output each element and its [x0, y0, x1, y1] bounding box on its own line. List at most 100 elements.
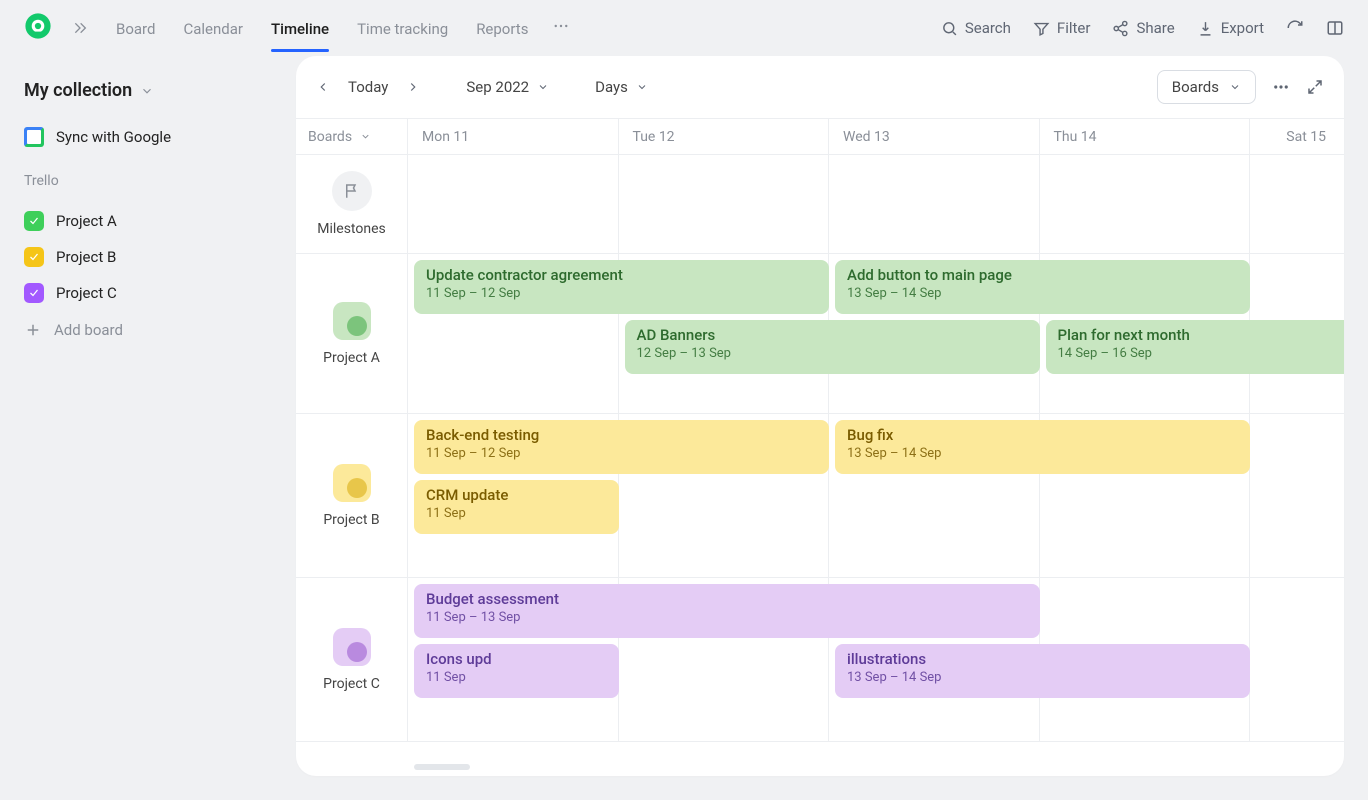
task-card[interactable]: Budget assessment11 Sep – 13 Sep: [414, 584, 1040, 638]
task-title: Budget assessment: [426, 590, 1028, 608]
export-button[interactable]: Export: [1197, 19, 1264, 37]
sidebar-board-project-b[interactable]: Project B: [24, 239, 272, 275]
task-dates: 12 Sep – 13 Sep: [637, 346, 1028, 361]
task-title: Back-end testing: [426, 426, 817, 444]
horizontal-scrollbar[interactable]: [414, 764, 470, 770]
task-card[interactable]: illustrations 13 Sep – 14 Sep: [835, 644, 1250, 698]
plus-icon: [24, 321, 42, 339]
granularity-label: Days: [595, 78, 628, 96]
day-header: Thu 14: [1040, 119, 1251, 154]
tab-time-tracking[interactable]: Time tracking: [357, 6, 448, 50]
boards-header-label: Boards: [308, 129, 352, 145]
collection-title-text: My collection: [24, 80, 132, 101]
tab-timeline[interactable]: Timeline: [271, 6, 329, 50]
collection-title[interactable]: My collection: [24, 80, 272, 101]
tab-reports[interactable]: Reports: [476, 6, 528, 50]
nav-more-icon[interactable]: [548, 17, 574, 39]
task-card[interactable]: Update contractor agreement11 Sep – 12 S…: [414, 260, 829, 314]
add-board-label: Add board: [54, 321, 123, 339]
granularity-dropdown[interactable]: Days: [595, 78, 648, 96]
view-boards-label: Boards: [1172, 78, 1219, 96]
task-title: illustrations: [847, 650, 1238, 668]
board-name: Project B: [56, 248, 116, 266]
search-button[interactable]: Search: [941, 19, 1011, 37]
flag-icon: [332, 171, 372, 211]
panel-more-icon[interactable]: [1272, 78, 1290, 96]
next-period-button[interactable]: [406, 80, 420, 94]
filter-button[interactable]: Filter: [1033, 19, 1091, 37]
collapse-sidebar-icon[interactable]: [72, 20, 88, 36]
task-card[interactable]: Icons upd 11 Sep: [414, 644, 619, 698]
fullscreen-icon[interactable]: [1306, 78, 1324, 96]
sidebar-board-project-c[interactable]: Project C: [24, 275, 272, 311]
day-header: Mon 11: [408, 119, 619, 154]
chevron-down-icon: [360, 131, 371, 142]
task-card[interactable]: Plan for next month 14 Sep – 16 Sep: [1046, 320, 1345, 374]
lane-label: Milestones: [296, 155, 408, 253]
tab-board[interactable]: Board: [116, 6, 155, 50]
project-swatch: [333, 628, 371, 666]
lane-name: Project C: [323, 676, 380, 692]
lane-content: [408, 155, 1344, 253]
chevron-down-icon: [537, 81, 549, 93]
chevron-down-icon: [140, 84, 154, 98]
chevron-down-icon: [636, 81, 648, 93]
task-title: Bug fix: [847, 426, 1238, 444]
lane-project-b: Project B Back-end testing 11 Sep – 12 Sep…: [296, 414, 1344, 578]
board-list: Project A Project B Project C: [24, 203, 272, 311]
grid-header: Boards Mon 11Tue 12Wed 13Thu 14Sat 15: [296, 119, 1344, 155]
panel-toolbar: Today Sep 2022 Days Boards: [296, 56, 1344, 119]
project-swatch: [333, 464, 371, 502]
task-dates: 13 Sep – 14 Sep: [847, 286, 1238, 301]
board-name: Project A: [56, 212, 117, 230]
task-dates: 11 Sep – 12 Sep: [426, 446, 817, 461]
lane-label: Project A: [296, 254, 408, 413]
lane-label: Project C: [296, 578, 408, 741]
view-boards-button[interactable]: Boards: [1157, 70, 1256, 104]
task-dates: 11 Sep: [426, 670, 607, 685]
lane-name: Project B: [323, 512, 379, 528]
tab-calendar[interactable]: Calendar: [183, 6, 243, 50]
lane-name: Project A: [323, 350, 380, 366]
task-card[interactable]: AD Banners12 Sep – 13 Sep: [625, 320, 1040, 374]
task-card[interactable]: Back-end testing 11 Sep – 12 Sep: [414, 420, 829, 474]
prev-period-button[interactable]: [316, 80, 330, 94]
share-label: Share: [1136, 19, 1174, 37]
month-dropdown[interactable]: Sep 2022: [466, 78, 549, 96]
day-header: Sat 15: [1250, 119, 1344, 154]
checkbox-icon: [24, 283, 44, 303]
refresh-icon[interactable]: [1286, 19, 1304, 37]
lane-project-a: Project A Update contractor agreement11 S…: [296, 254, 1344, 414]
add-board-button[interactable]: Add board: [24, 311, 272, 349]
task-dates: 13 Sep – 14 Sep: [847, 670, 1238, 685]
section-label: Trello: [24, 173, 272, 189]
task-title: Icons upd: [426, 650, 607, 668]
today-button[interactable]: Today: [348, 78, 388, 96]
checkbox-icon: [24, 211, 44, 231]
task-card[interactable]: Add button to main page13 Sep – 14 Sep: [835, 260, 1250, 314]
lane-label: Project B: [296, 414, 408, 577]
panel-layout-icon[interactable]: [1326, 19, 1344, 37]
task-dates: 11 Sep – 12 Sep: [426, 286, 817, 301]
month-label: Sep 2022: [466, 78, 529, 96]
sync-with-google[interactable]: Sync with Google: [24, 127, 272, 147]
project-swatch: [333, 302, 371, 340]
task-dates: 11 Sep: [426, 506, 607, 521]
share-button[interactable]: Share: [1112, 19, 1174, 37]
topbar: Board Calendar Timeline Time tracking Report…: [0, 0, 1368, 56]
grid-body: Milestones Project A Update contractor agr…: [296, 155, 1344, 776]
task-card[interactable]: Bug fix13 Sep – 14 Sep: [835, 420, 1250, 474]
google-calendar-icon: [24, 127, 44, 147]
task-dates: 14 Sep – 16 Sep: [1058, 346, 1333, 361]
export-label: Export: [1221, 19, 1264, 37]
nav-tabs: Board Calendar Timeline Time tracking Report…: [116, 6, 528, 50]
lane-content: Budget assessment11 Sep – 13 Sep Icons up…: [408, 578, 1344, 741]
chevron-down-icon: [1229, 81, 1241, 93]
app-logo: [24, 12, 52, 44]
sync-label: Sync with Google: [56, 128, 171, 146]
task-card[interactable]: CRM update11 Sep: [414, 480, 619, 534]
boards-column-header[interactable]: Boards: [308, 129, 371, 145]
task-title: Plan for next month: [1058, 326, 1333, 344]
sidebar-board-project-a[interactable]: Project A: [24, 203, 272, 239]
search-label: Search: [965, 19, 1011, 37]
